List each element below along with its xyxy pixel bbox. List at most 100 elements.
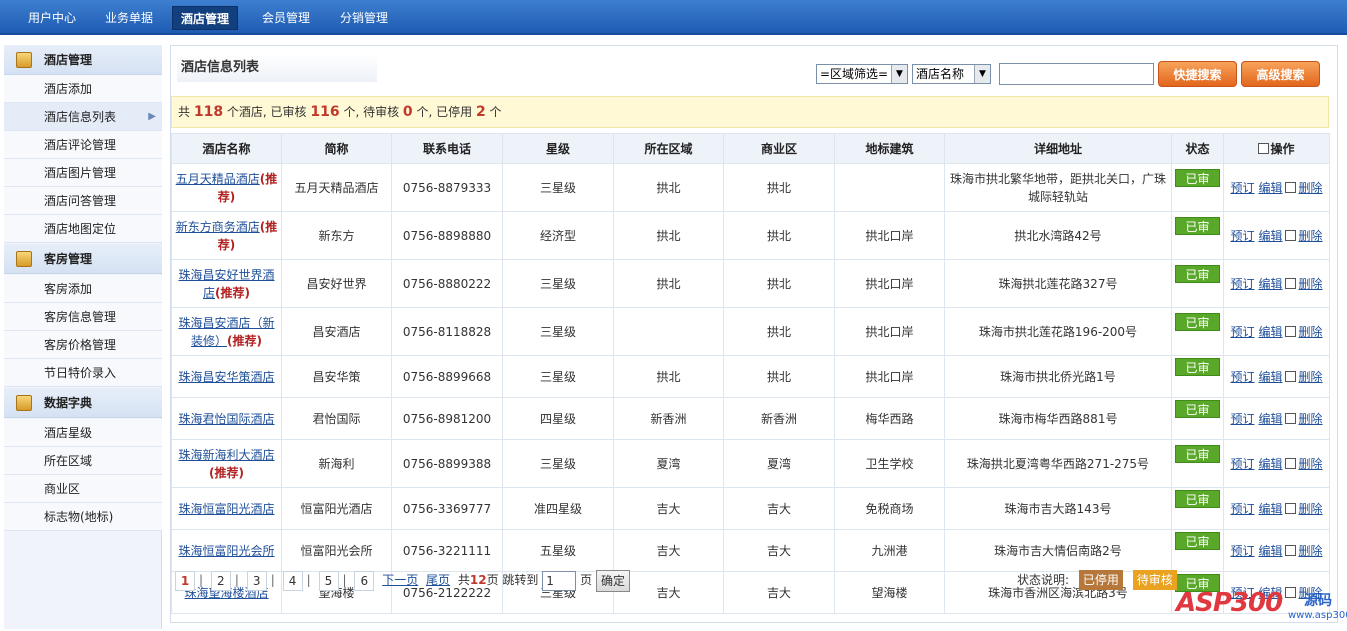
book-link[interactable]: 预订 — [1230, 325, 1254, 339]
row-checkbox[interactable] — [1284, 181, 1296, 193]
table-row: 珠海昌安华策酒店 昌安华策 0756-8899668 三星级 拱北 拱北 拱北口岸 珠海市拱北… — [171, 355, 1330, 398]
delete-link[interactable]: 删除 — [1299, 457, 1323, 471]
sidebar-item-hotel-star[interactable]: 酒店星级 — [4, 419, 162, 447]
book-link[interactable]: 预订 — [1230, 457, 1254, 471]
next-page-link[interactable]: 下一页 — [382, 573, 418, 587]
row-checkbox[interactable] — [1284, 457, 1296, 469]
hotel-name-link[interactable]: 珠海恒富阳光酒店 — [178, 502, 274, 516]
status-approved-badge[interactable]: 已审核 — [1175, 358, 1220, 393]
sidebar-item-room-info[interactable]: 客房信息管理 — [4, 303, 162, 331]
sidebar-item-holiday-special[interactable]: 节日特价录入 — [4, 359, 162, 387]
hotel-name-link[interactable]: 珠海恒富阳光会所 — [178, 544, 274, 558]
book-link[interactable]: 预订 — [1230, 412, 1254, 426]
edit-link[interactable]: 编辑 — [1258, 457, 1282, 471]
quick-search-button[interactable]: 快捷搜索 — [1158, 61, 1237, 87]
status-approved-badge[interactable]: 已审核 — [1175, 400, 1220, 435]
hotel-name-link[interactable]: 珠海昌安华策酒店 — [178, 370, 274, 384]
page-link-4[interactable]: 4 — [282, 570, 303, 591]
business-district-cell: 拱北 — [723, 163, 835, 212]
nav-member-management[interactable]: 会员管理 — [254, 6, 318, 30]
sidebar-item-region[interactable]: 所在区域 — [4, 447, 162, 475]
edit-link[interactable]: 编辑 — [1258, 544, 1282, 558]
summary-bar: 共 118 个酒店, 已审核 116 个, 待审核 0 个, 已停用 2 个 — [171, 96, 1329, 128]
region-filter-select[interactable]: =区域筛选= ▼ — [816, 64, 908, 84]
nav-user-center[interactable]: 用户中心 — [20, 6, 84, 30]
landmark-cell: 望海楼 — [834, 571, 945, 614]
row-checkbox[interactable] — [1284, 412, 1296, 424]
sidebar-item-hotel-qa[interactable]: 酒店问答管理 — [4, 187, 162, 215]
page-link-6[interactable]: 6 — [354, 570, 375, 591]
sidebar-group-room[interactable]: 客房管理 — [4, 244, 162, 274]
status-approved-badge[interactable]: 已审核 — [1175, 490, 1220, 525]
last-page-link[interactable]: 尾页 — [426, 573, 450, 587]
status-approved-badge[interactable]: 已审核 — [1175, 313, 1220, 348]
nav-business-docs[interactable]: 业务单据 — [97, 6, 161, 30]
jump-label: 页 跳转到 — [486, 573, 539, 587]
status-approved-badge[interactable]: 已审核 — [1175, 217, 1220, 252]
delete-link[interactable]: 删除 — [1299, 544, 1323, 558]
sidebar-item-hotel-map[interactable]: 酒店地图定位 — [4, 215, 162, 243]
status-approved-badge[interactable]: 已审核 — [1175, 169, 1220, 204]
folder-icon — [16, 52, 32, 68]
star-cell: 三星级 — [502, 307, 614, 356]
sidebar-item-business-district[interactable]: 商业区 — [4, 475, 162, 503]
delete-link[interactable]: 删除 — [1299, 181, 1323, 195]
sidebar-group-dictionary[interactable]: 数据字典 — [4, 388, 162, 418]
edit-link[interactable]: 编辑 — [1258, 370, 1282, 384]
confirm-jump-button[interactable]: 确定 — [595, 569, 630, 592]
business-district-cell: 吉大 — [723, 529, 835, 572]
hotel-name-link[interactable]: 新东方商务酒店 — [176, 220, 260, 234]
row-checkbox[interactable] — [1284, 544, 1296, 556]
sidebar-item-hotel-images[interactable]: 酒店图片管理 — [4, 159, 162, 187]
page-link-5[interactable]: 5 — [318, 570, 339, 591]
row-checkbox[interactable] — [1284, 370, 1296, 382]
hotel-name-link[interactable]: 珠海新海利大酒店 — [178, 448, 274, 462]
page-link-2[interactable]: 2 — [210, 570, 231, 591]
row-checkbox[interactable] — [1284, 325, 1296, 337]
edit-link[interactable]: 编辑 — [1258, 325, 1282, 339]
status-approved-badge[interactable]: 已审核 — [1175, 532, 1220, 567]
row-checkbox[interactable] — [1284, 502, 1296, 514]
page-link-1[interactable]: 1 — [175, 570, 195, 591]
page-link-3[interactable]: 3 — [246, 570, 267, 591]
status-approved-badge[interactable]: 已审核 — [1175, 265, 1220, 300]
sidebar-item-landmark[interactable]: 标志物(地标) — [4, 503, 162, 531]
sidebar-item-hotel-comments[interactable]: 酒店评论管理 — [4, 131, 162, 159]
row-checkbox[interactable] — [1284, 229, 1296, 241]
sidebar-item-room-price[interactable]: 客房价格管理 — [4, 331, 162, 359]
delete-link[interactable]: 删除 — [1299, 277, 1323, 291]
sidebar-item-hotel-list[interactable]: 酒店信息列表 ▶ — [4, 103, 162, 131]
delete-link[interactable]: 删除 — [1299, 325, 1323, 339]
sidebar-item-room-add[interactable]: 客房添加 — [4, 275, 162, 303]
status-approved-badge[interactable]: 已审核 — [1175, 445, 1220, 480]
summary-text: 个酒店, 已审核 — [226, 105, 307, 119]
delete-link[interactable]: 删除 — [1299, 229, 1323, 243]
nav-distribution-management[interactable]: 分销管理 — [332, 6, 396, 30]
hotel-name-link[interactable]: 珠海君怡国际酒店 — [178, 412, 274, 426]
search-field-select[interactable]: 酒店名称 ▼ — [912, 64, 991, 84]
hotel-name-link[interactable]: 五月天精品酒店 — [176, 172, 260, 186]
book-link[interactable]: 预订 — [1230, 370, 1254, 384]
edit-link[interactable]: 编辑 — [1258, 229, 1282, 243]
edit-link[interactable]: 编辑 — [1258, 412, 1282, 426]
edit-link[interactable]: 编辑 — [1258, 277, 1282, 291]
search-input[interactable] — [999, 63, 1154, 85]
book-link[interactable]: 预订 — [1230, 502, 1254, 516]
edit-link[interactable]: 编辑 — [1258, 181, 1282, 195]
nav-hotel-management[interactable]: 酒店管理 — [172, 6, 239, 30]
book-link[interactable]: 预订 — [1230, 181, 1254, 195]
status-cell: 已审核 — [1171, 529, 1224, 572]
book-link[interactable]: 预订 — [1230, 229, 1254, 243]
sidebar-item-hotel-add[interactable]: 酒店添加 — [4, 75, 162, 103]
page-jump-input[interactable]: 1 — [542, 570, 577, 591]
book-link[interactable]: 预订 — [1230, 277, 1254, 291]
edit-link[interactable]: 编辑 — [1258, 502, 1282, 516]
delete-link[interactable]: 删除 — [1299, 412, 1323, 426]
delete-link[interactable]: 删除 — [1299, 502, 1323, 516]
sidebar-group-hotel[interactable]: 酒店管理 — [4, 45, 162, 75]
select-all-checkbox[interactable] — [1258, 143, 1270, 154]
advanced-search-button[interactable]: 高级搜索 — [1241, 61, 1320, 87]
row-checkbox[interactable] — [1284, 277, 1296, 289]
delete-link[interactable]: 删除 — [1299, 370, 1323, 384]
book-link[interactable]: 预订 — [1230, 544, 1254, 558]
